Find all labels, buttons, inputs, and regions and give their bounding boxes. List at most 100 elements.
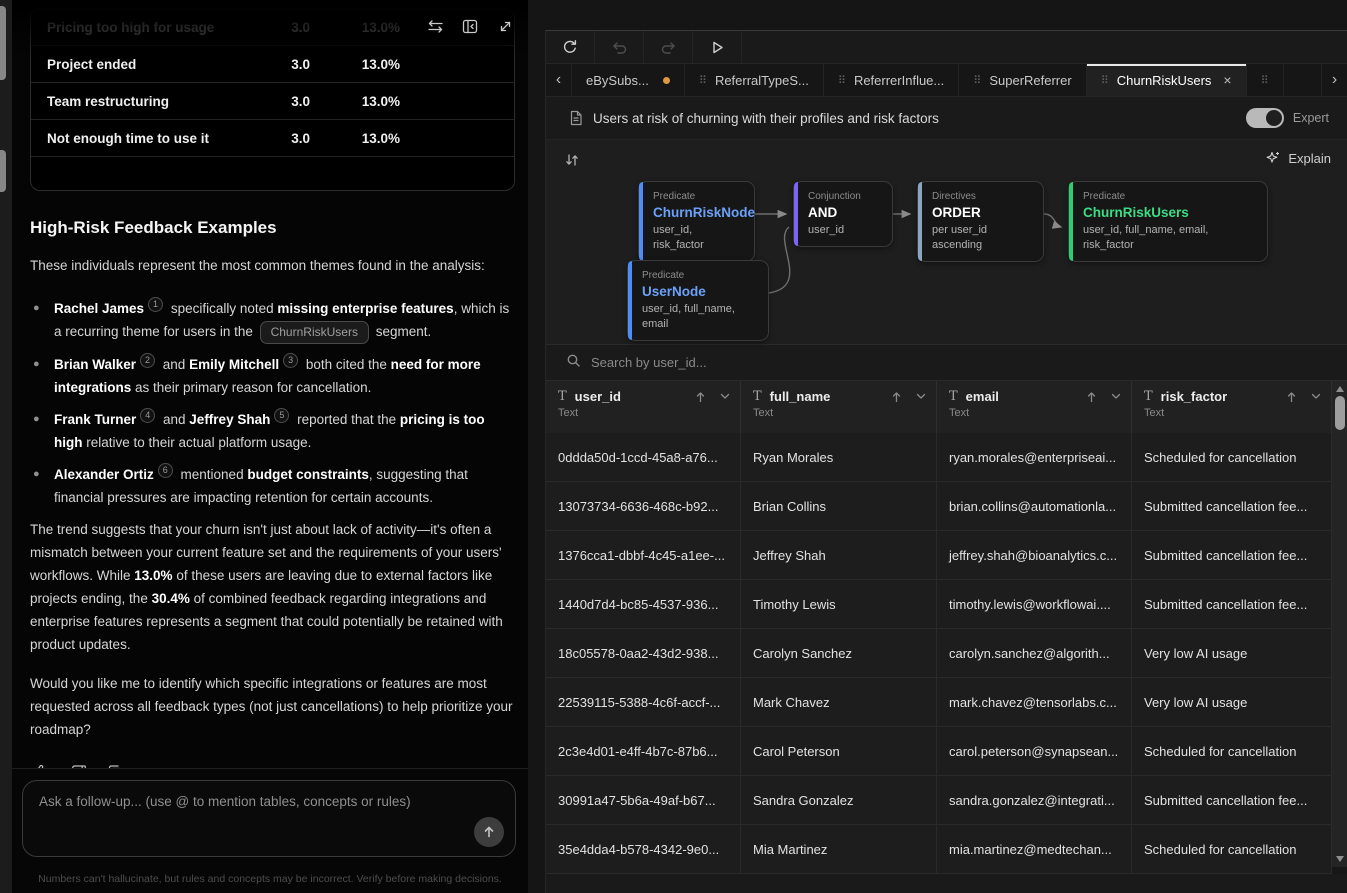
cell-risk_factor[interactable]: Scheduled for cancellation	[1132, 727, 1332, 775]
close-tab-icon[interactable]: ×	[1223, 72, 1231, 88]
cell-user_id[interactable]: 18c05578-0aa2-43d2-938...	[546, 629, 741, 677]
tab-churnriskusers[interactable]: ⠿ChurnRiskUsers×	[1087, 64, 1247, 96]
toggle-track[interactable]	[1246, 108, 1284, 128]
cell-email[interactable]: brian.collins@automationla...	[937, 482, 1132, 530]
diagram-node-churnrisknode[interactable]: PredicateChurnRiskNodeuser_id, risk_fact…	[638, 181, 755, 262]
vertical-scrollbar[interactable]	[1332, 381, 1347, 867]
citation-badge[interactable]: 6	[158, 463, 173, 478]
cell-email[interactable]: timothy.lewis@workflowai....	[937, 580, 1132, 628]
citation-badge[interactable]: 2	[140, 353, 155, 368]
tab-referraltypes[interactable]: ⠿ReferralTypeS...	[685, 64, 824, 96]
cell-email[interactable]: ryan.morales@enterpriseai...	[937, 433, 1132, 481]
sort-ascending-icon[interactable]	[891, 391, 902, 403]
rail-handle[interactable]	[0, 150, 6, 192]
table-row[interactable]: 18c05578-0aa2-43d2-938...Carolyn Sanchez…	[546, 629, 1332, 678]
tab-referrerinflue[interactable]: ⠿ReferrerInflue...	[824, 64, 959, 96]
cell-risk_factor[interactable]: Submitted cancellation fee...	[1132, 776, 1332, 824]
expert-toggle[interactable]: Expert	[1246, 108, 1329, 128]
tab-superreferrer[interactable]: ⠿SuperReferrer	[959, 64, 1086, 96]
sort-ascending-icon[interactable]	[695, 391, 706, 403]
diagram-node-and[interactable]: ConjunctionANDuser_id	[793, 181, 893, 247]
cell-email[interactable]: jeffrey.shah@bioanalytics.c...	[937, 531, 1132, 579]
drag-handle-icon[interactable]: ⠿	[1101, 74, 1109, 87]
table-row[interactable]: 22539115-5388-4c6f-accf-...Mark Chavezma…	[546, 678, 1332, 727]
column-header-user_id[interactable]: Tuser_idText	[546, 381, 741, 433]
swap-columns-icon[interactable]	[426, 17, 444, 35]
table-row[interactable]: 13073734-6636-468c-b92...Brian Collinsbr…	[546, 482, 1332, 531]
cell-risk_factor[interactable]: Scheduled for cancellation	[1132, 433, 1332, 481]
column-menu-chevron-icon[interactable]	[1111, 393, 1121, 400]
table-row[interactable]: 2c3e4d01-e4ff-4b7c-87b6...Carol Peterson…	[546, 727, 1332, 776]
drag-handle-icon[interactable]: ⠿	[838, 74, 846, 87]
scroll-down-arrow[interactable]	[1332, 853, 1347, 865]
table-row[interactable]: 1440d7d4-bc85-4537-936...Timothy Lewisti…	[546, 580, 1332, 629]
cell-full_name[interactable]: Timothy Lewis	[741, 580, 937, 628]
column-header-full_name[interactable]: Tfull_nameText	[741, 381, 937, 433]
table-chip[interactable]: ChurnRiskUsers	[260, 321, 369, 344]
cell-email[interactable]: sandra.gonzalez@integrati...	[937, 776, 1132, 824]
cell-risk_factor[interactable]: Very low AI usage	[1132, 629, 1332, 677]
undo-button[interactable]	[595, 31, 644, 63]
cell-full_name[interactable]: Carol Peterson	[741, 727, 937, 775]
column-header-email[interactable]: TemailText	[937, 381, 1132, 433]
column-menu-chevron-icon[interactable]	[720, 393, 730, 400]
cell-full_name[interactable]: Brian Collins	[741, 482, 937, 530]
column-menu-chevron-icon[interactable]	[1311, 393, 1321, 400]
column-header-risk_factor[interactable]: Trisk_factorText	[1132, 381, 1332, 433]
tabs-scroll-right[interactable]: ›	[1321, 64, 1347, 96]
sort-ascending-icon[interactable]	[1086, 391, 1097, 403]
column-menu-chevron-icon[interactable]	[916, 393, 926, 400]
cell-full_name[interactable]: Mark Chavez	[741, 678, 937, 726]
citation-badge[interactable]: 5	[274, 408, 289, 423]
citation-badge[interactable]: 4	[140, 408, 155, 423]
scroll-up-arrow[interactable]	[1332, 383, 1347, 395]
diagram-node-order[interactable]: DirectivesORDERper user_id ascending	[917, 181, 1044, 262]
cell-risk_factor[interactable]: Submitted cancellation fee...	[1132, 531, 1332, 579]
cell-user_id[interactable]: 1440d7d4-bc85-4537-936...	[546, 580, 741, 628]
redo-button[interactable]	[644, 31, 693, 63]
cell-email[interactable]: mark.chavez@tensorlabs.c...	[937, 678, 1132, 726]
search-input[interactable]	[591, 355, 1331, 370]
sort-ascending-icon[interactable]	[1286, 391, 1297, 403]
cell-email[interactable]: carol.peterson@synapsean...	[937, 727, 1132, 775]
open-side-panel-icon[interactable]	[461, 17, 479, 35]
cell-user_id[interactable]: 1376cca1-dbbf-4c45-a1ee-...	[546, 531, 741, 579]
scrollbar-thumb[interactable]	[1335, 396, 1345, 430]
cell-risk_factor[interactable]: Very low AI usage	[1132, 678, 1332, 726]
cell-user_id[interactable]: 22539115-5388-4c6f-accf-...	[546, 678, 741, 726]
cell-full_name[interactable]: Sandra Gonzalez	[741, 776, 937, 824]
send-button[interactable]	[474, 817, 504, 847]
query-diagram[interactable]: Explain PredicateChurnRiskNodeuser_id, r…	[546, 140, 1347, 345]
cell-full_name[interactable]: Mia Martinez	[741, 825, 937, 873]
cell-user_id[interactable]: 35e4dda4-b578-4342-9e0...	[546, 825, 741, 873]
drag-handle-icon[interactable]: ⠿	[1261, 74, 1269, 87]
chat-scroll-area[interactable]: Pricing too high for usage3.013.0%Projec…	[12, 0, 528, 768]
tabs-scroll-left[interactable]: ‹	[546, 64, 572, 96]
citation-badge[interactable]: 3	[283, 353, 298, 368]
diagram-node-usernode[interactable]: PredicateUserNodeuser_id, full_name, ema…	[627, 260, 769, 341]
cell-risk_factor[interactable]: Submitted cancellation fee...	[1132, 580, 1332, 628]
follow-up-input[interactable]	[23, 781, 515, 856]
cell-user_id[interactable]: 2c3e4d01-e4ff-4b7c-87b6...	[546, 727, 741, 775]
expand-icon[interactable]	[496, 17, 514, 35]
table-row[interactable]: 35e4dda4-b578-4342-9e0...Mia Martinezmia…	[546, 825, 1332, 874]
table-row[interactable]: 1376cca1-dbbf-4c45-a1ee-...Jeffrey Shahj…	[546, 531, 1332, 580]
cell-user_id[interactable]: 0ddda50d-1ccd-45a8-a76...	[546, 433, 741, 481]
composer-box[interactable]	[22, 780, 516, 857]
refresh-button[interactable]	[546, 31, 595, 63]
diagram-node-churnriskusers[interactable]: PredicateChurnRiskUsersuser_id, full_nam…	[1068, 181, 1268, 262]
table-row[interactable]: 30991a47-5b6a-49af-b67...Sandra Gonzalez…	[546, 776, 1332, 825]
cell-full_name[interactable]: Jeffrey Shah	[741, 531, 937, 579]
cell-user_id[interactable]: 30991a47-5b6a-49af-b67...	[546, 776, 741, 824]
run-query-button[interactable]	[693, 31, 742, 63]
rail-handle[interactable]	[0, 6, 6, 80]
cell-email[interactable]: carolyn.sanchez@algorith...	[937, 629, 1132, 677]
cell-full_name[interactable]: Carolyn Sanchez	[741, 629, 937, 677]
drag-handle-icon[interactable]: ⠿	[699, 74, 707, 87]
cell-risk_factor[interactable]: Scheduled for cancellation	[1132, 825, 1332, 873]
tab-handle[interactable]: ⠿	[1247, 64, 1284, 96]
cell-risk_factor[interactable]: Submitted cancellation fee...	[1132, 482, 1332, 530]
cell-email[interactable]: mia.martinez@medtechan...	[937, 825, 1132, 873]
table-row[interactable]: 0ddda50d-1ccd-45a8-a76...Ryan Moralesrya…	[546, 433, 1332, 482]
cell-user_id[interactable]: 13073734-6636-468c-b92...	[546, 482, 741, 530]
